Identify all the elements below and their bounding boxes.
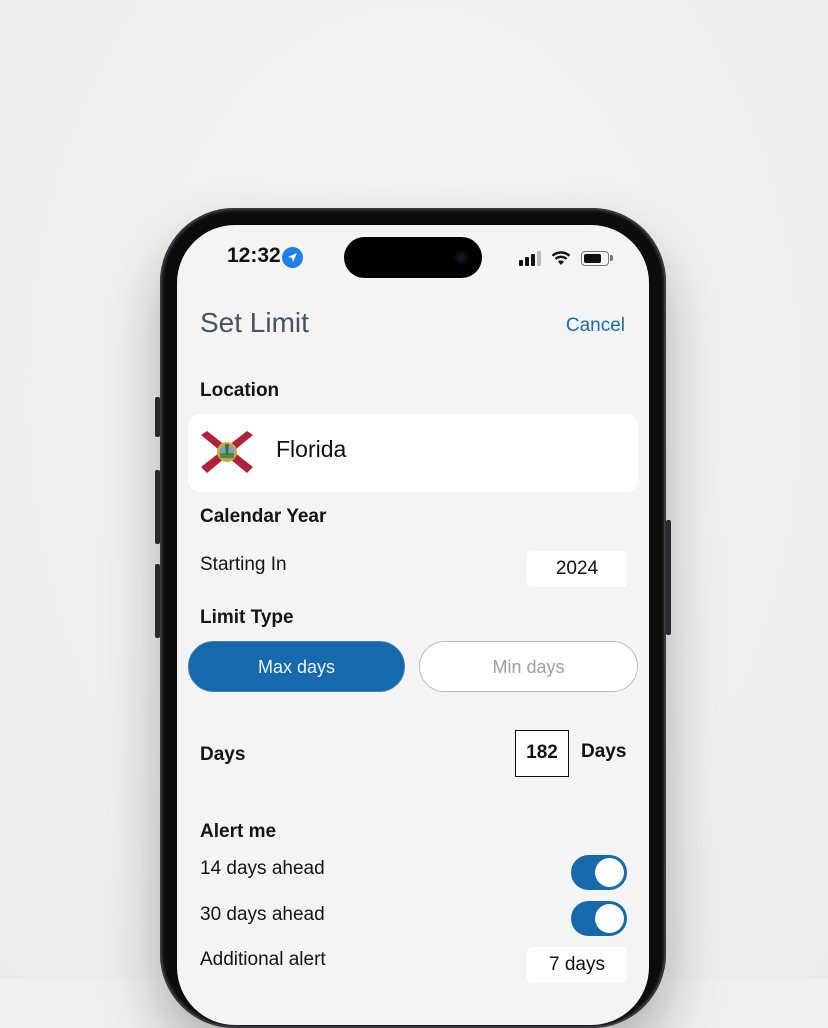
alert-30-toggle[interactable]	[571, 901, 627, 936]
min-days-button[interactable]: Min days	[419, 641, 638, 692]
year-selector[interactable]: 2024	[527, 551, 627, 587]
page-title: Set Limit	[200, 307, 309, 338]
battery-icon	[581, 250, 613, 266]
alert-me-label: Alert me	[200, 821, 277, 842]
location-name: Florida	[276, 436, 347, 462]
days-input[interactable]: 182	[515, 730, 569, 777]
cellular-signal-icon	[519, 250, 541, 266]
volume-up-button	[155, 470, 160, 544]
status-icons	[519, 249, 613, 267]
alert-30-label: 30 days ahead	[200, 904, 325, 925]
location-section-label: Location	[200, 380, 280, 401]
alert-14-label: 14 days ahead	[200, 858, 325, 879]
cancel-button[interactable]: Cancel	[566, 315, 625, 337]
limit-type-label: Limit Type	[200, 607, 294, 628]
mute-switch	[155, 397, 160, 437]
power-button	[666, 520, 671, 635]
starting-in-label: Starting In	[200, 554, 287, 575]
location-card[interactable]: Florida	[188, 414, 638, 492]
additional-alert-label: Additional alert	[200, 949, 326, 970]
calendar-year-label: Calendar Year	[200, 506, 327, 527]
days-unit-label: Days	[581, 741, 627, 762]
alert-14-toggle[interactable]	[571, 855, 627, 890]
max-days-button[interactable]: Max days	[188, 641, 405, 692]
additional-alert-selector[interactable]: 7 days	[527, 947, 627, 983]
florida-flag-icon	[201, 431, 253, 473]
location-arrow-icon	[282, 247, 303, 268]
wifi-icon	[551, 250, 571, 265]
dynamic-island	[344, 237, 482, 278]
volume-down-button	[155, 564, 160, 638]
app-screen: 12:32 Set Limit Cancel Location Florida	[177, 225, 649, 1025]
status-time: 12:32	[227, 244, 281, 267]
front-camera-icon	[455, 251, 468, 264]
days-label: Days	[200, 744, 246, 765]
